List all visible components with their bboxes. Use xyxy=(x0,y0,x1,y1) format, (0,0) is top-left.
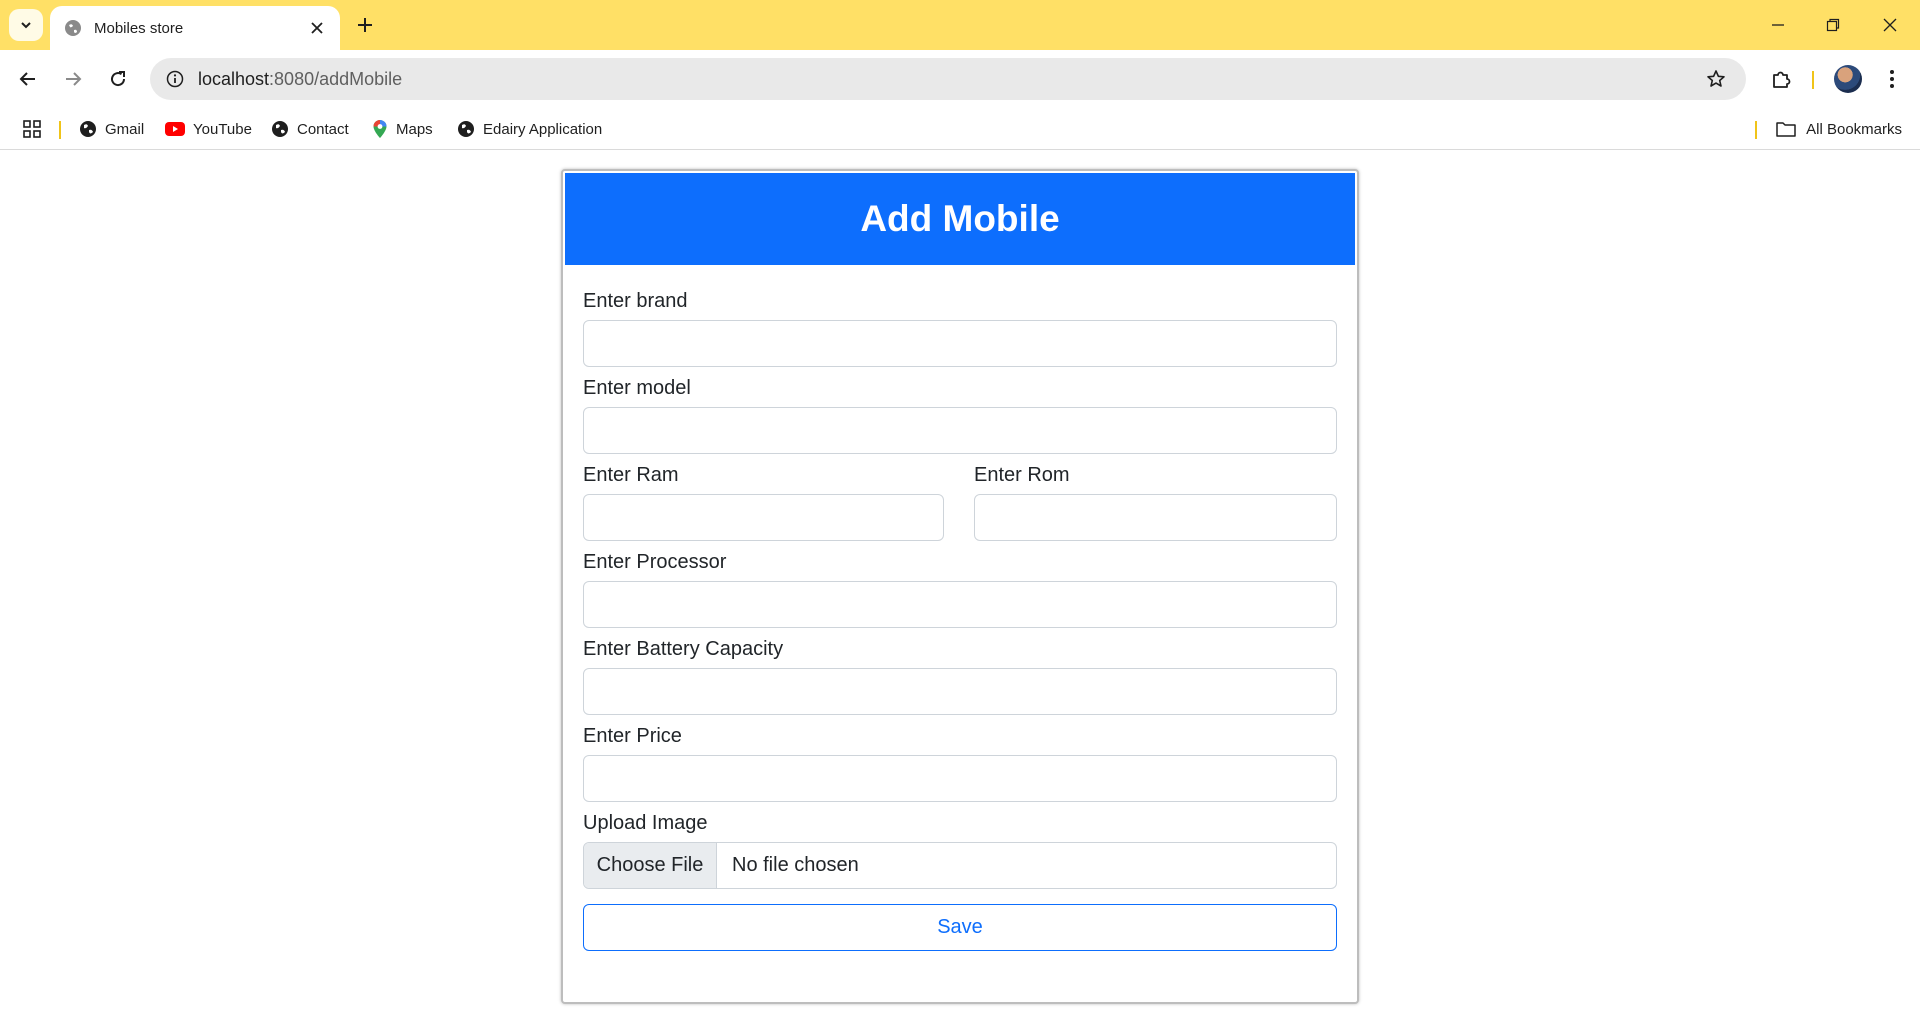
forward-button[interactable] xyxy=(55,61,91,97)
globe-icon xyxy=(65,20,81,36)
profile-button[interactable] xyxy=(1830,61,1866,97)
model-input[interactable] xyxy=(583,407,1337,454)
puzzle-icon xyxy=(1773,71,1791,88)
file-input[interactable]: Choose File No file chosen xyxy=(583,842,1337,889)
bookmark-gmail[interactable]: Gmail xyxy=(79,116,144,142)
plus-icon xyxy=(358,18,372,32)
globe-icon xyxy=(80,121,96,137)
chevron-down-icon xyxy=(21,22,31,29)
price-field-group: Enter Price xyxy=(583,724,1337,802)
reload-icon xyxy=(111,71,126,87)
processor-input[interactable] xyxy=(583,581,1337,628)
browser-tab[interactable]: Mobiles store xyxy=(50,6,340,50)
toolbar-separator xyxy=(1812,71,1814,89)
new-tab-button[interactable] xyxy=(352,12,378,38)
close-icon xyxy=(1883,18,1897,32)
bookmarks-bar: Gmail YouTube Contact Maps Edairy Applic… xyxy=(0,108,1920,150)
extensions-button[interactable] xyxy=(1763,61,1799,97)
file-status: No file chosen xyxy=(732,854,859,876)
rom-input[interactable] xyxy=(974,494,1337,541)
bookmarks-separator xyxy=(59,121,61,139)
ram-label: Enter Ram xyxy=(583,464,679,486)
brand-label: Enter brand xyxy=(583,290,688,312)
rom-field-group: Enter Rom xyxy=(974,463,1337,541)
battery-input[interactable] xyxy=(583,668,1337,715)
minimize-button[interactable] xyxy=(1758,8,1798,42)
card-header: Add Mobile xyxy=(565,173,1355,265)
avatar xyxy=(1834,65,1862,93)
bookmarks-separator xyxy=(1755,121,1757,139)
tab-search-button[interactable] xyxy=(9,9,43,41)
choose-file-button[interactable]: Choose File xyxy=(584,843,717,888)
all-bookmarks-button[interactable]: All Bookmarks xyxy=(1776,116,1902,142)
folder-icon xyxy=(1776,122,1796,137)
site-info-icon[interactable] xyxy=(154,58,196,100)
arrow-right-icon xyxy=(66,72,82,86)
url-path: :8080/addMobile xyxy=(269,68,403,89)
address-bar[interactable]: localhost:8080/addMobile xyxy=(150,58,1746,100)
bookmark-label: Maps xyxy=(396,120,433,138)
url-host: localhost xyxy=(198,68,270,89)
bookmark-contact[interactable]: Contact xyxy=(271,116,349,142)
close-tab-button[interactable] xyxy=(306,17,328,39)
all-bookmarks-label: All Bookmarks xyxy=(1806,120,1902,138)
tab-strip: Mobiles store xyxy=(0,0,1920,50)
close-window-button[interactable] xyxy=(1870,8,1910,42)
brand-input[interactable] xyxy=(583,320,1337,367)
reload-button[interactable] xyxy=(100,61,136,97)
tab-title: Mobiles store xyxy=(94,19,184,37)
apps-button[interactable] xyxy=(20,117,44,141)
bookmark-label: Edairy Application xyxy=(483,120,603,138)
menu-button[interactable] xyxy=(1874,61,1910,97)
price-label: Enter Price xyxy=(583,725,682,747)
restore-icon xyxy=(1826,18,1840,32)
price-input[interactable] xyxy=(583,755,1337,802)
ram-input[interactable] xyxy=(583,494,944,541)
bookmark-label: YouTube xyxy=(193,120,252,138)
processor-field-group: Enter Processor xyxy=(583,550,1337,628)
back-button[interactable] xyxy=(10,61,46,97)
map-pin-icon xyxy=(373,120,387,138)
bookmark-youtube[interactable]: YouTube xyxy=(165,116,252,142)
rom-label: Enter Rom xyxy=(974,464,1070,486)
close-icon xyxy=(311,22,323,34)
minimize-icon xyxy=(1772,24,1784,26)
save-button[interactable]: Save xyxy=(583,904,1337,951)
add-mobile-card: Add Mobile Enter brand Enter model Enter… xyxy=(561,169,1359,1004)
globe-icon xyxy=(272,121,288,137)
restore-button[interactable] xyxy=(1813,8,1853,42)
globe-icon xyxy=(458,121,474,137)
apps-grid-icon xyxy=(23,120,41,138)
more-vertical-icon xyxy=(1890,70,1894,88)
ram-field-group: Enter Ram xyxy=(583,463,944,541)
bookmark-edairy[interactable]: Edairy Application xyxy=(457,116,602,142)
url-text: localhost:8080/addMobile xyxy=(198,69,1696,90)
bookmark-label: Contact xyxy=(297,120,349,138)
processor-label: Enter Processor xyxy=(583,551,727,573)
arrow-left-icon xyxy=(19,72,35,86)
model-label: Enter model xyxy=(583,377,691,399)
bookmark-maps[interactable]: Maps xyxy=(372,116,433,142)
image-label: Upload Image xyxy=(583,812,708,834)
youtube-icon xyxy=(165,122,185,136)
page-title: Add Mobile xyxy=(860,198,1060,239)
bookmark-label: Gmail xyxy=(105,120,145,138)
browser-toolbar: localhost:8080/addMobile xyxy=(0,50,1920,108)
battery-field-group: Enter Battery Capacity xyxy=(583,637,1337,715)
battery-label: Enter Battery Capacity xyxy=(583,638,784,660)
brand-field-group: Enter brand xyxy=(583,289,1337,367)
model-field-group: Enter model xyxy=(583,376,1337,454)
star-icon xyxy=(1707,70,1725,87)
image-field-group: Upload Image Choose File No file chosen xyxy=(583,811,1337,889)
bookmark-star-button[interactable] xyxy=(1696,59,1736,99)
